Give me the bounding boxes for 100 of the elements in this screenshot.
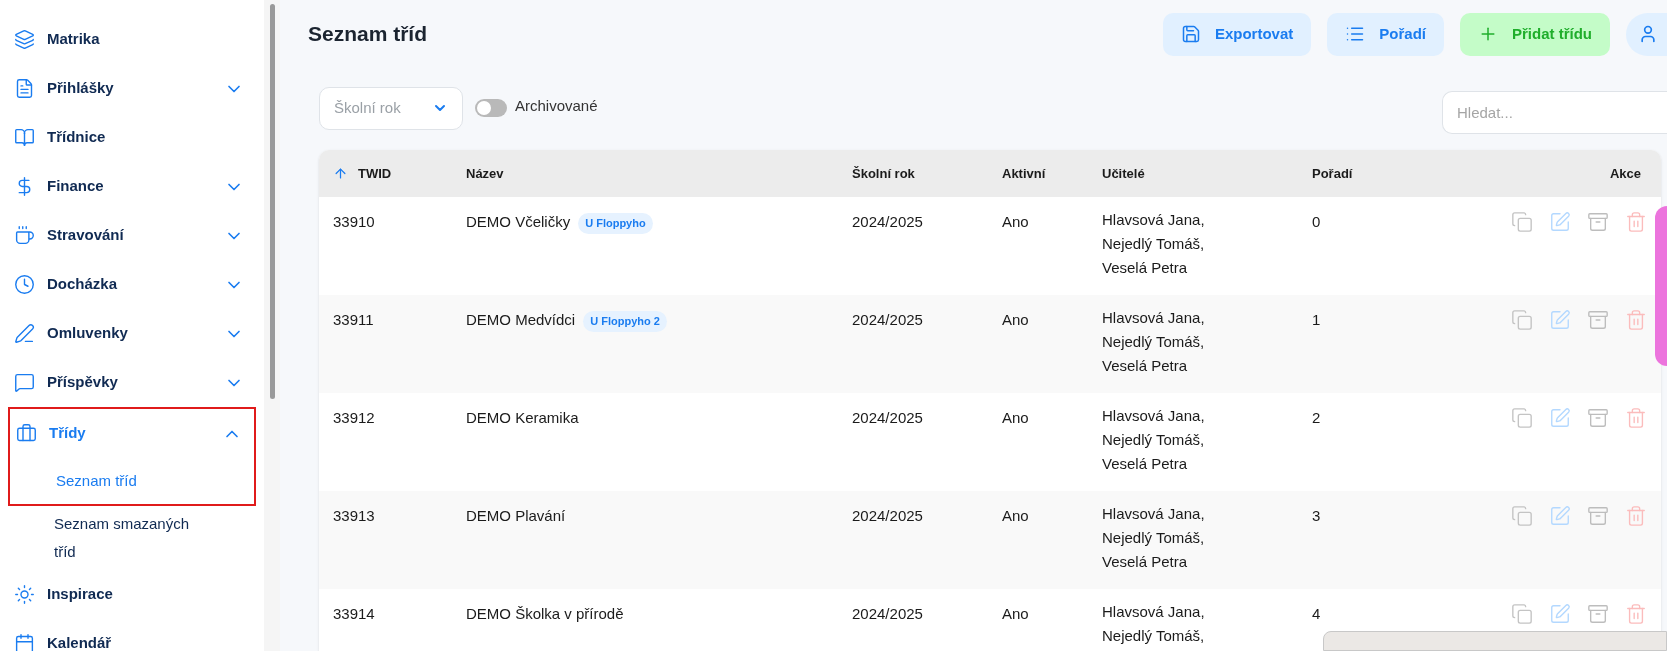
sun-icon [14, 584, 35, 605]
column-header: Akce [1609, 164, 1641, 183]
table-cell: 2024/2025 [852, 409, 923, 426]
toggle-label: Archivované [515, 95, 598, 116]
edit-icon[interactable] [1549, 505, 1571, 527]
table-cell: Ano [1002, 213, 1029, 230]
copy-icon[interactable] [1511, 309, 1533, 331]
sidebar-scrollbar[interactable] [264, 0, 280, 651]
archive-icon[interactable] [1587, 407, 1609, 429]
cup-icon [14, 225, 35, 246]
column-header[interactable]: TWID [358, 163, 392, 184]
table-cell-text: Nejedlý Tomáš, [1102, 430, 1206, 450]
table-cell-text: Hlavsová Jana, [1102, 210, 1206, 230]
table-cell-text: DEMO Medvídci [466, 310, 576, 330]
table-cell-text: DEMO Keramika [466, 408, 579, 428]
edit-icon[interactable] [1549, 309, 1571, 331]
briefcase-icon [16, 423, 37, 444]
calendar-icon [14, 633, 35, 651]
table-cell: 33914 [333, 605, 375, 622]
table-cell-text: Hlavsová Jana, [1102, 308, 1206, 328]
search-field[interactable]: Hledat... [1442, 90, 1667, 134]
group-tag: U Floppyho [578, 213, 653, 234]
table-cell: 2024/2025 [852, 311, 923, 328]
sidebar-item[interactable]: Třídnice [47, 126, 106, 149]
trash-icon[interactable] [1625, 407, 1647, 429]
edit-icon[interactable] [1549, 603, 1571, 625]
clock-icon [14, 274, 35, 295]
group-tag: U Floppyho 2 [583, 311, 667, 332]
column-header: Aktivní [1002, 164, 1046, 183]
table-cell: 33910 [333, 213, 375, 230]
table-cell: Ano [1002, 507, 1029, 524]
trash-icon[interactable] [1625, 603, 1647, 625]
table-cell: Ano [1002, 409, 1029, 426]
column-header: Školní rok [852, 164, 915, 183]
table-cell: 2 [1312, 409, 1321, 426]
table-cell: 33913 [333, 507, 375, 524]
trash-icon[interactable] [1625, 211, 1647, 233]
sidebar-item[interactable]: Stravování [47, 224, 124, 247]
column-header: Pořadí [1312, 164, 1353, 183]
edit-icon[interactable] [1549, 211, 1571, 233]
table-cell: Ano [1002, 605, 1029, 622]
submenu-item[interactable]: Seznam tříd [56, 469, 137, 493]
table-cell-text: Veselá Petra [1102, 356, 1189, 376]
table-cell-text: Nejedlý Tomáš, [1102, 626, 1206, 646]
document-icon [14, 78, 35, 99]
side-tab[interactable] [1655, 206, 1667, 366]
table-cell-text: Veselá Petra [1102, 258, 1189, 278]
pen-icon [14, 323, 35, 344]
trash-icon[interactable] [1625, 505, 1647, 527]
table-cell-text: Hlavsová Jana, [1102, 602, 1206, 622]
sidebar-item[interactable]: Kalendář [47, 632, 112, 651]
table-cell-text: Nejedlý Tomáš, [1102, 332, 1206, 352]
column-header: Název [466, 164, 504, 183]
column-header: Učitelé [1102, 164, 1145, 183]
list-icon [1345, 24, 1366, 44]
sidebar-item[interactable]: Omluvenky [47, 322, 128, 345]
table-cell: 1 [1312, 311, 1321, 328]
table-cell-text: Veselá Petra [1102, 552, 1189, 572]
user-avatar-button[interactable] [1626, 12, 1667, 56]
table-cell: 33911 [333, 311, 374, 328]
table-cell: 2024/2025 [852, 213, 923, 230]
sidebar-item[interactable]: Matrika [47, 28, 100, 51]
sidebar-item[interactable]: Finance [47, 175, 104, 198]
edit-icon[interactable] [1549, 407, 1571, 429]
table-cell-text: Nejedlý Tomáš, [1102, 528, 1206, 548]
copy-icon[interactable] [1511, 211, 1533, 233]
table-cell: 3 [1312, 507, 1321, 524]
trash-icon[interactable] [1625, 309, 1647, 331]
layers-icon [14, 29, 35, 50]
sidebar-item[interactable]: Přihlášky [47, 77, 114, 100]
table-cell-text: DEMO Plavání [466, 506, 566, 526]
table-cell-text: DEMO Včeličky [466, 212, 571, 232]
sort-ascending-icon[interactable] [333, 166, 348, 181]
table-cell: Ano [1002, 311, 1029, 328]
table-cell: 33912 [333, 409, 375, 426]
copy-icon[interactable] [1511, 505, 1533, 527]
table-cell-text: Hlavsová Jana, [1102, 504, 1206, 524]
submenu-item[interactable]: Seznam smazaných tříd [54, 510, 210, 566]
archive-icon[interactable] [1587, 211, 1609, 233]
table-cell-text: Hlavsová Jana, [1102, 406, 1206, 426]
sidebar-item[interactable]: Docházka [47, 273, 118, 296]
sidebar-item[interactable]: Třídy [49, 422, 86, 445]
archived-toggle[interactable] [475, 99, 507, 117]
chat-bubble-icon [14, 372, 35, 393]
page-title: Seznam tříd [308, 21, 428, 48]
copy-icon[interactable] [1511, 407, 1533, 429]
table-cell-text: Veselá Petra [1102, 454, 1189, 474]
table-cell-text: Nejedlý Tomáš, [1102, 234, 1206, 254]
sidebar-item[interactable]: Příspěvky [47, 371, 118, 394]
table-cell: 4 [1312, 605, 1321, 622]
copy-icon[interactable] [1511, 603, 1533, 625]
archive-icon[interactable] [1587, 603, 1609, 625]
table-cell-text: DEMO Školka v přírodě [466, 604, 624, 624]
archive-icon[interactable] [1587, 505, 1609, 527]
archive-icon[interactable] [1587, 309, 1609, 331]
table-cell: 0 [1312, 213, 1321, 230]
table-cell: 2024/2025 [852, 507, 923, 524]
sidebar-item[interactable]: Inspirace [47, 583, 113, 606]
table-cell: 2024/2025 [852, 605, 923, 622]
book-icon [14, 127, 35, 148]
